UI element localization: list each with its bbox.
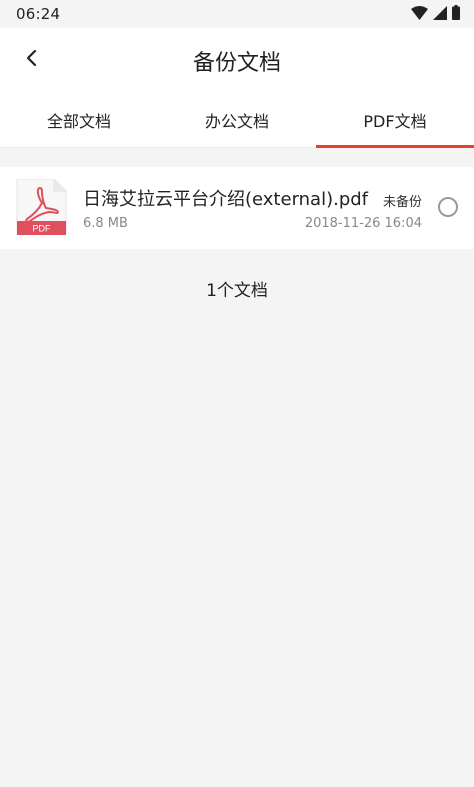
tab-all-documents[interactable]: 全部文档 [0,92,158,147]
tab-label: 办公文档 [204,111,269,131]
backup-status: 未备份 [382,195,422,210]
tab-label: PDF文档 [363,111,427,131]
file-size: 6.8 MB [83,216,128,231]
page-title: 备份文档 [192,51,281,76]
tab-pdf-documents[interactable]: PDF文档 [316,92,474,148]
cellular-signal-icon [433,5,447,24]
status-time: 06:24 [16,5,61,23]
file-list-item[interactable]: PDF 日海艾拉云平台介绍(external).pdf 6.8 MB 未备份 2… [0,167,474,249]
tab-office-documents[interactable]: 办公文档 [158,92,316,147]
pdf-file-icon: PDF [16,178,68,236]
document-count: 1个文档 [206,281,268,301]
status-icons [411,4,460,24]
app-header: 备份文档 [0,28,474,92]
select-radio-button[interactable] [438,197,458,217]
wifi-icon [411,5,428,24]
status-bar: 06:24 [0,0,474,28]
tab-bar: 全部文档 办公文档 PDF文档 [0,92,474,148]
pdf-icon-label: PDF [33,224,52,234]
file-date: 2018-11-26 16:04 [304,216,422,231]
tab-label: 全部文档 [46,111,111,131]
battery-icon [452,4,460,24]
file-name: 日海艾拉云平台介绍(external).pdf [83,189,369,210]
